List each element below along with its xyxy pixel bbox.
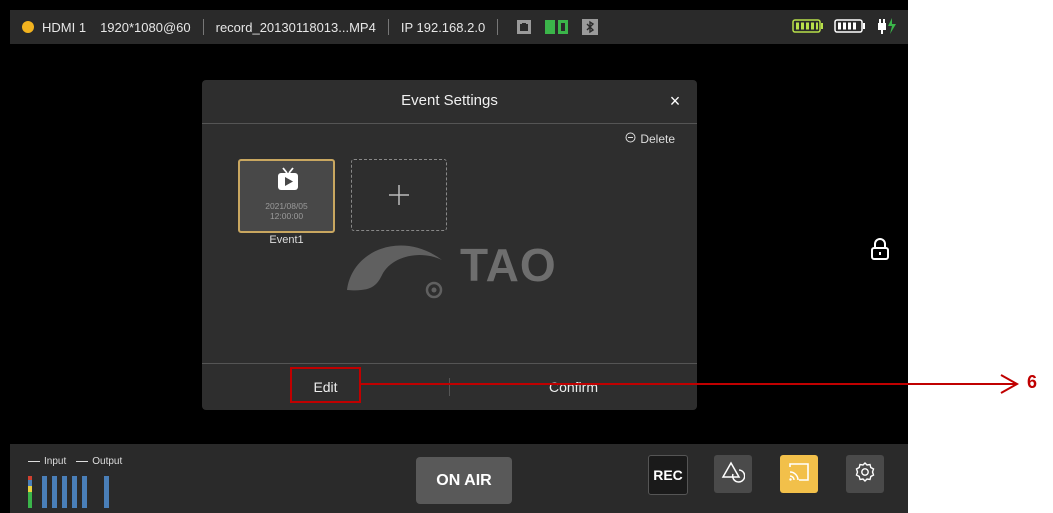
legend-output: Output bbox=[76, 456, 122, 467]
resolution-label: 1920*1080@60 bbox=[100, 19, 191, 35]
input-status-dot bbox=[22, 21, 34, 33]
watermark-text: TAO bbox=[460, 239, 557, 291]
on-air-button[interactable]: ON AIR bbox=[416, 457, 512, 504]
rec-button[interactable]: REC bbox=[648, 455, 688, 495]
callout-number: 6 bbox=[1027, 372, 1038, 392]
plus-icon bbox=[388, 184, 410, 211]
divider bbox=[497, 19, 499, 35]
bluetooth-icon bbox=[582, 19, 599, 35]
bottom-toolbar: Input Output ON AIR REC bbox=[10, 444, 908, 513]
divider bbox=[387, 19, 389, 35]
device-screen: HDMI 1 1920*1080@60 record_20130118013..… bbox=[0, 0, 908, 513]
sd-card-icon bbox=[544, 19, 570, 35]
close-button[interactable]: × bbox=[663, 88, 687, 114]
shapes-icon bbox=[721, 460, 746, 488]
edit-highlight-box bbox=[290, 367, 361, 403]
input-label: HDMI 1 bbox=[42, 19, 87, 35]
event-date: 2021/08/05 12:00:00 bbox=[240, 201, 333, 221]
cast-icon bbox=[787, 461, 811, 488]
callout-arrow bbox=[361, 374, 1020, 394]
event-settings-dialog: Event Settings × Delete 2021/08/05 12:00… bbox=[202, 80, 697, 410]
divider bbox=[202, 123, 697, 124]
power-plug-icon bbox=[876, 17, 898, 38]
event-card[interactable]: 2021/08/05 12:00:00 bbox=[238, 159, 335, 233]
minus-circle-icon bbox=[625, 132, 636, 146]
gear-icon bbox=[854, 461, 876, 488]
settings-button[interactable] bbox=[846, 455, 884, 493]
legend-input: Input bbox=[28, 456, 66, 467]
ip-address: IP 192.168.2.0 bbox=[400, 19, 486, 35]
event-time-line: 12:00:00 bbox=[269, 211, 304, 221]
status-bar: HDMI 1 1920*1080@60 record_20130118013..… bbox=[10, 10, 908, 44]
meter-legend: Input Output bbox=[28, 456, 122, 467]
dialog-title: Event Settings bbox=[401, 92, 498, 109]
audio-level-meters bbox=[28, 476, 109, 508]
ethernet-icon bbox=[516, 19, 532, 35]
tv-icon bbox=[277, 167, 299, 196]
legend-input-label: Input bbox=[44, 456, 67, 467]
event-date-line: 2021/08/05 bbox=[265, 201, 308, 211]
lock-icon[interactable] bbox=[870, 238, 890, 265]
battery-icon bbox=[834, 18, 866, 36]
delete-button[interactable]: Delete bbox=[625, 132, 675, 146]
battery-icon bbox=[792, 18, 824, 36]
tao-logo-watermark bbox=[342, 220, 462, 315]
file-name: record_20130118013...MP4 bbox=[215, 19, 376, 35]
event-name: Event1 bbox=[269, 234, 304, 246]
divider bbox=[202, 19, 204, 35]
legend-output-label: Output bbox=[92, 456, 123, 467]
cast-button[interactable] bbox=[780, 455, 818, 493]
effects-button[interactable] bbox=[714, 455, 752, 493]
delete-label: Delete bbox=[640, 132, 675, 146]
